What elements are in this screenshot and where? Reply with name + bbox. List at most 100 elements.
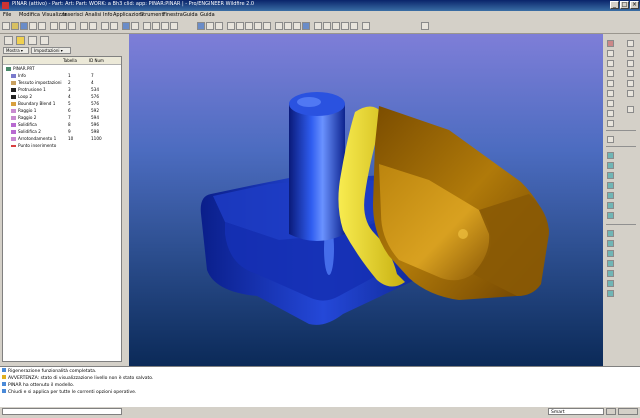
save-icon[interactable] [20,22,28,30]
spin-center-icon[interactable] [206,22,214,30]
saved-views-icon[interactable] [263,22,271,30]
menu-inserisci[interactable]: Inserisci [63,12,84,18]
chamfer-icon[interactable] [607,202,614,209]
datum-axes-toggle-icon[interactable] [323,22,331,30]
thicken-icon[interactable] [607,280,614,287]
tree-row[interactable]: PINAR.PRT [3,66,121,72]
shading-icon[interactable] [302,22,310,30]
side-tool-7-icon[interactable] [627,106,634,113]
csys-toggle-icon[interactable] [341,22,349,30]
copy-icon[interactable] [59,22,67,30]
model-tree-tab-icon[interactable] [4,36,13,45]
datum-axis-icon[interactable] [152,22,160,30]
side-tool-4-icon[interactable] [627,70,634,77]
blend-tool-icon[interactable] [607,212,614,219]
refit-icon[interactable] [245,22,253,30]
rib-icon[interactable] [607,172,614,179]
datum-planes-toggle-icon[interactable] [314,22,322,30]
trim-icon[interactable] [607,260,614,267]
menu-modifica[interactable]: Modifica [19,12,40,18]
datum-points-toggle-icon[interactable] [332,22,340,30]
settings-filter-dropdown[interactable]: Impostazioni ▾ [31,47,71,54]
history-tab-icon[interactable] [40,36,49,45]
tree-row[interactable]: Raggio 2 7 594 [3,115,121,121]
zoom-out-icon[interactable] [236,22,244,30]
folder-browser-tab-icon[interactable] [16,36,25,45]
tree-row[interactable]: Tessuto impostazioni 2 4 [3,80,121,86]
datum-plane-icon[interactable] [143,22,151,30]
menu-applicazioni[interactable]: Applicazioni [113,12,143,18]
annotation-toggle-icon[interactable] [350,22,358,30]
menu-strumenti[interactable]: Strumenti [140,12,165,18]
wireframe-icon[interactable] [275,22,283,30]
menu-analisi[interactable]: Analisi [85,12,101,18]
merge-icon[interactable] [607,250,614,257]
find-icon[interactable] [110,22,118,30]
analysis-icon[interactable] [607,110,614,117]
menu-guida[interactable]: Guida [183,12,198,18]
datum-point-icon[interactable] [161,22,169,30]
open-folder-icon[interactable] [11,22,19,30]
show-filter-dropdown[interactable]: Mostra ▾ [3,47,29,54]
context-help-icon[interactable] [421,22,429,30]
new-file-icon[interactable] [2,22,10,30]
print-icon[interactable] [29,22,37,30]
minimize-button[interactable]: _ [610,1,619,9]
side-tool-1-icon[interactable] [627,40,634,47]
reorient-icon[interactable] [254,22,262,30]
pattern-icon[interactable] [607,230,614,237]
paste-icon[interactable] [68,22,76,30]
view-manager-icon[interactable] [131,22,139,30]
menu-file[interactable]: File [3,12,11,18]
close-button[interactable]: × [630,1,639,9]
redo-icon[interactable] [89,22,97,30]
col-type[interactable]: Tabella [63,58,77,63]
tree-row[interactable]: Info 1 7 [3,73,121,79]
round-tool-icon[interactable] [607,192,614,199]
csys-icon[interactable] [607,100,614,107]
filter-arrow-icon[interactable] [606,408,616,415]
side-tool-3-icon[interactable] [627,60,634,67]
menu-info[interactable]: Info [103,12,112,18]
draft-icon[interactable] [607,182,614,189]
menu-finestra[interactable]: Finestra [163,12,183,18]
zoom-in-icon[interactable] [227,22,235,30]
favorites-tab-icon[interactable] [28,36,37,45]
point-icon[interactable] [607,90,614,97]
sketch-icon[interactable] [607,40,614,47]
mirror-icon[interactable] [607,240,614,247]
side-tool-2-icon[interactable] [627,50,634,57]
help-icon[interactable] [362,22,370,30]
repaint-icon[interactable] [197,22,205,30]
tree-row[interactable]: Loop 2 4 576 [3,94,121,100]
side-tool-5-icon[interactable] [627,80,634,87]
side-tool-6-icon[interactable] [627,90,634,97]
tree-row[interactable]: Protrusione 1 3 534 [3,87,121,93]
hidden-line-icon[interactable] [284,22,292,30]
graphics-viewport[interactable] [129,34,603,366]
tree-row[interactable]: Raggio 1 6 592 [3,108,121,114]
col-id[interactable]: ID Num [89,58,104,63]
hole-icon[interactable] [607,152,614,159]
solidify-tool-icon[interactable] [607,290,614,297]
line-icon[interactable] [607,60,614,67]
coordinate-system-icon[interactable] [170,22,178,30]
arc-icon[interactable] [607,70,614,77]
layer-icon[interactable] [122,22,130,30]
measure-icon[interactable] [607,120,614,127]
email-icon[interactable] [38,22,46,30]
selection-filter-dropdown[interactable]: Smart [548,408,604,415]
spline-icon[interactable] [607,50,614,57]
shell-icon[interactable] [607,162,614,169]
menu-guida-2[interactable]: Guida [200,12,215,18]
curve-icon[interactable] [607,80,614,87]
no-hidden-icon[interactable] [293,22,301,30]
cut-icon[interactable] [50,22,58,30]
maximize-button[interactable]: □ [620,1,629,9]
tree-row[interactable]: Punto inserimento [3,143,121,149]
tree-row[interactable]: Boundary Blend 1 5 576 [3,101,121,107]
orient-mode-icon[interactable] [215,22,223,30]
offset-icon[interactable] [607,270,614,277]
undo-icon[interactable] [80,22,88,30]
regenerate-icon[interactable] [101,22,109,30]
